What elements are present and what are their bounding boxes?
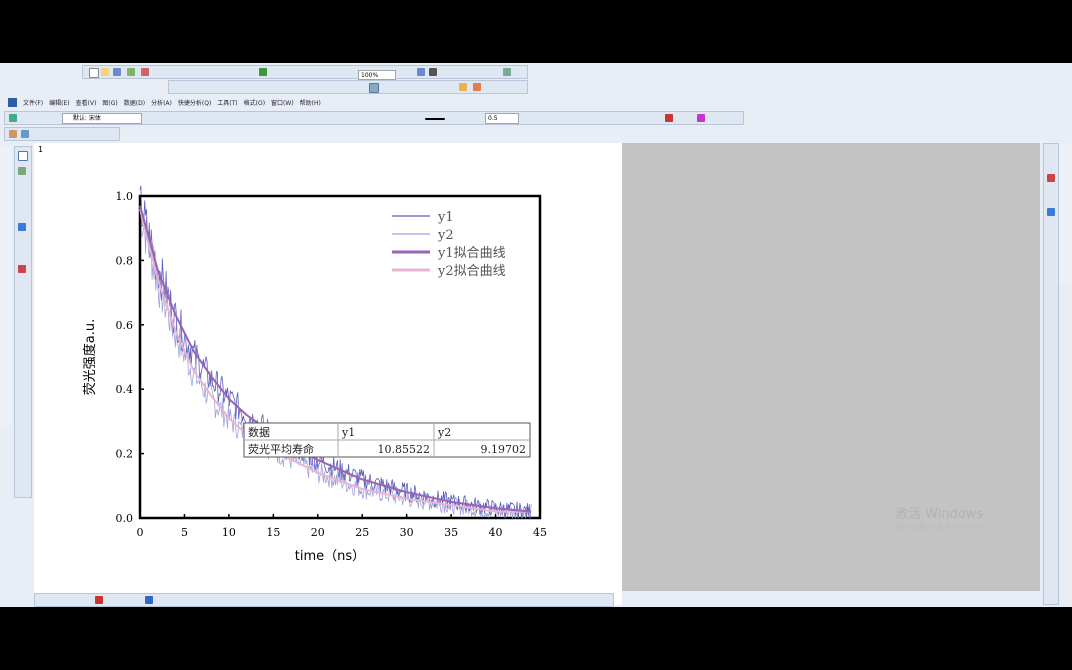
menu-edit[interactable]: 编辑(E) xyxy=(49,98,69,107)
text-icon[interactable] xyxy=(9,114,17,122)
right-toolbar[interactable] xyxy=(1043,143,1059,605)
menu-help[interactable]: 帮助(H) xyxy=(300,98,321,107)
windows-watermark-title: 激活 Windows xyxy=(895,507,984,522)
x-tick-label: 45 xyxy=(533,526,547,539)
print-icon[interactable] xyxy=(141,68,149,76)
left-panel-tabs[interactable] xyxy=(0,146,12,426)
menu-tools[interactable]: 工具(T) xyxy=(217,98,237,107)
code-builder-icon[interactable] xyxy=(503,68,511,76)
x-tick-label: 40 xyxy=(489,526,503,539)
menu-view[interactable]: 查看(V) xyxy=(76,98,97,107)
refresh-icon[interactable] xyxy=(259,68,267,76)
y-tick-label: 0.2 xyxy=(116,448,134,461)
legend[interactable]: y1 y2 y1拟合曲线 y2拟合曲线 xyxy=(392,210,506,279)
x-tick-label: 15 xyxy=(266,526,280,539)
x-tick-label: 25 xyxy=(355,526,369,539)
line-style-icon[interactable] xyxy=(425,118,445,120)
legend-label: y1拟合曲线 xyxy=(437,246,506,261)
menu-quick-analysis[interactable]: 快捷分析(Q) xyxy=(178,98,211,107)
right-panel-tabs[interactable] xyxy=(1059,143,1072,283)
line-width-select[interactable]: 0.5 xyxy=(485,113,519,124)
zoom-select[interactable]: 100% xyxy=(358,70,396,80)
top-letterbox xyxy=(0,0,1072,63)
menu-graph[interactable]: 图(G) xyxy=(102,98,117,107)
grid-icon[interactable] xyxy=(369,83,379,93)
zoom-tool-icon[interactable] xyxy=(18,167,26,175)
open-icon[interactable] xyxy=(101,68,109,76)
legend-label: y2 xyxy=(437,228,454,243)
arrow-icon[interactable] xyxy=(665,114,673,122)
table-cell: 9.19702 xyxy=(481,443,527,456)
import-icon[interactable] xyxy=(127,68,135,76)
layout-icon[interactable] xyxy=(429,68,437,76)
x-tick-label: 35 xyxy=(444,526,458,539)
y-tick-label: 0.0 xyxy=(116,512,134,525)
palette-icon[interactable] xyxy=(459,83,467,91)
plot-line-icon[interactable] xyxy=(1047,174,1055,182)
menu-data[interactable]: 数据(D) xyxy=(124,98,145,107)
object-toolbar[interactable] xyxy=(4,127,120,141)
tools-toolbar[interactable] xyxy=(14,146,32,498)
results-log-icon[interactable] xyxy=(21,130,29,138)
x-tick-label: 20 xyxy=(311,526,325,539)
y-axis-label: 荧光强度a.u. xyxy=(82,319,98,395)
graph-icon[interactable] xyxy=(417,68,425,76)
project-explorer-icon[interactable] xyxy=(9,130,17,138)
x-tick-label: 30 xyxy=(400,526,414,539)
x-tick-label: 0 xyxy=(137,526,144,539)
windows-watermark-hint: 转到"设置"以激活 Windows。 xyxy=(895,523,991,531)
x-tick-label: 5 xyxy=(181,526,188,539)
legend-label: y2拟合曲线 xyxy=(437,264,506,279)
standard-toolbar[interactable]: 100% xyxy=(82,65,528,80)
pointer-icon[interactable] xyxy=(697,114,705,122)
menu-format[interactable]: 格式(O) xyxy=(244,98,265,107)
bottom-plot-icon[interactable] xyxy=(95,596,103,604)
app-logo-icon xyxy=(8,97,17,107)
plot-bar-icon[interactable] xyxy=(1047,208,1055,216)
lifetime-table[interactable]: 数据 y1 y2 荧光平均寿命 10.85522 9.19702 xyxy=(243,422,531,458)
table-cell: 10.85522 xyxy=(378,443,431,456)
menu-window[interactable]: 窗口(W) xyxy=(271,98,294,107)
y-tick-label: 0.8 xyxy=(116,254,134,267)
y-tick-label: 0.4 xyxy=(116,383,134,396)
format-toolbar-top[interactable] xyxy=(168,80,528,94)
bottom-letterbox xyxy=(0,607,1072,670)
legend-label: y1 xyxy=(437,210,454,225)
save-icon[interactable] xyxy=(113,68,121,76)
decay-chart: 0 5 10 15 20 25 30 35 40 45 0.0 0.2 0.4 0.6 0.8 1.0 tim… xyxy=(82,185,547,564)
font-select[interactable]: 默认: 宋体 xyxy=(62,113,142,124)
bottom-graph-icon[interactable] xyxy=(145,596,153,604)
menu-file[interactable]: 文件(F) xyxy=(23,98,43,107)
table-header-cell: 数据 xyxy=(248,425,270,439)
x-axis-label: time（ns） xyxy=(295,549,365,564)
table-cell: 荧光平均寿命 xyxy=(248,442,314,456)
y-tick-label: 0.6 xyxy=(116,319,134,332)
table-header-cell: y2 xyxy=(437,426,451,439)
bottom-toolbar[interactable] xyxy=(34,593,614,607)
menu-analysis[interactable]: 分析(A) xyxy=(151,98,172,107)
data-reader-icon[interactable] xyxy=(18,223,26,231)
pointer-tool-icon[interactable] xyxy=(18,151,28,161)
x-tick-label: 10 xyxy=(222,526,236,539)
table-header-cell: y1 xyxy=(341,426,355,439)
draw-data-icon[interactable] xyxy=(18,265,26,273)
color-icon[interactable] xyxy=(473,83,481,91)
new-project-icon[interactable] xyxy=(89,68,99,78)
origin-app-window: 100% 文件(F) 编辑(E) 查看(V) 图(G) 数据(D) 分析(A) … xyxy=(0,63,1072,607)
y-tick-label: 1.0 xyxy=(116,190,134,203)
menu-bar: 文件(F) 编辑(E) 查看(V) 图(G) 数据(D) 分析(A) 快捷分析(… xyxy=(0,96,708,108)
